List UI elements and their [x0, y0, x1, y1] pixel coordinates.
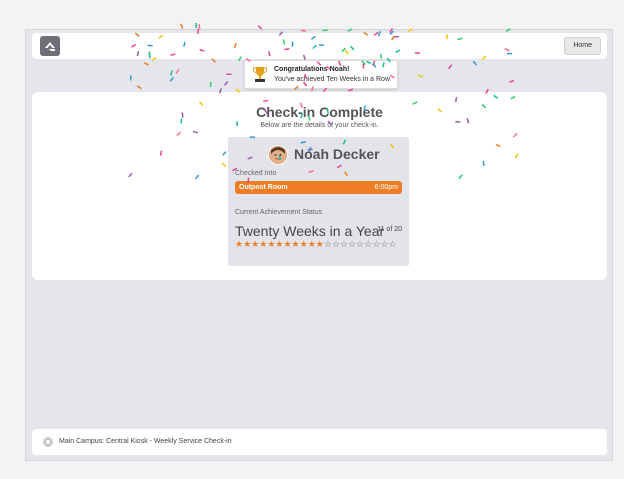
- kiosk-info-text: Main Campus: Central Kiosk - Weekly Serv…: [59, 438, 232, 445]
- gear-icon[interactable]: [42, 435, 54, 453]
- home-button[interactable]: Home: [564, 37, 601, 55]
- trophy-icon: [252, 66, 268, 88]
- page-subtitle: Below are the details of your check-in.: [260, 122, 379, 129]
- notification-message: You've achieved Ten Weeks in a Row: [274, 76, 391, 83]
- star-empty-icon: ☆: [340, 239, 349, 249]
- footer-bar: Main Campus: Central Kiosk - Weekly Serv…: [32, 429, 607, 455]
- avatar: [268, 145, 288, 165]
- star-filled-icon: ★: [283, 239, 292, 249]
- confetti-piece: [195, 23, 197, 29]
- page-title: Check-in Complete: [256, 104, 383, 120]
- star-filled-icon: ★: [235, 239, 244, 249]
- star-empty-icon: ☆: [323, 239, 332, 249]
- notification-title: Congratulations Noah!: [274, 66, 350, 73]
- star-filled-icon: ★: [315, 239, 324, 249]
- checkin-panel: Check-in Complete Below are the details …: [32, 92, 607, 280]
- star-filled-icon: ★: [307, 239, 316, 249]
- achievement-name: Twenty Weeks in a Year: [235, 223, 385, 239]
- star-empty-icon: ☆: [388, 239, 397, 249]
- star-empty-icon: ☆: [348, 239, 357, 249]
- top-bar: Home: [32, 33, 607, 59]
- room-name: Outpost Room: [239, 184, 288, 191]
- checked-into-label: Checked Into: [235, 170, 277, 177]
- confetti-piece: [180, 23, 184, 29]
- person-name: Noah Decker: [294, 146, 380, 162]
- achievement-notification: Congratulations Noah! You've achieved Te…: [244, 60, 398, 89]
- achievement-status-label: Current Achievement Status: [235, 209, 323, 216]
- checkin-time: 6:00pm: [374, 184, 398, 191]
- person-card: Noah Decker Checked Into Outpost Room 6:…: [228, 137, 409, 266]
- star-filled-icon: ★: [299, 239, 308, 249]
- achievement-count: 11 of 20: [377, 226, 402, 233]
- star-filled-icon: ★: [243, 239, 252, 249]
- star-filled-icon: ★: [291, 239, 300, 249]
- kiosk-frame: Home Congratulations Noah! You've achiev…: [25, 29, 613, 461]
- room-bar: Outpost Room 6:00pm: [235, 181, 402, 194]
- achievement-stars: ★★★★★★★★★★★☆☆☆☆☆☆☆☆☆: [235, 240, 405, 249]
- rock-logo-icon[interactable]: [40, 36, 60, 56]
- star-empty-icon: ☆: [331, 239, 341, 249]
